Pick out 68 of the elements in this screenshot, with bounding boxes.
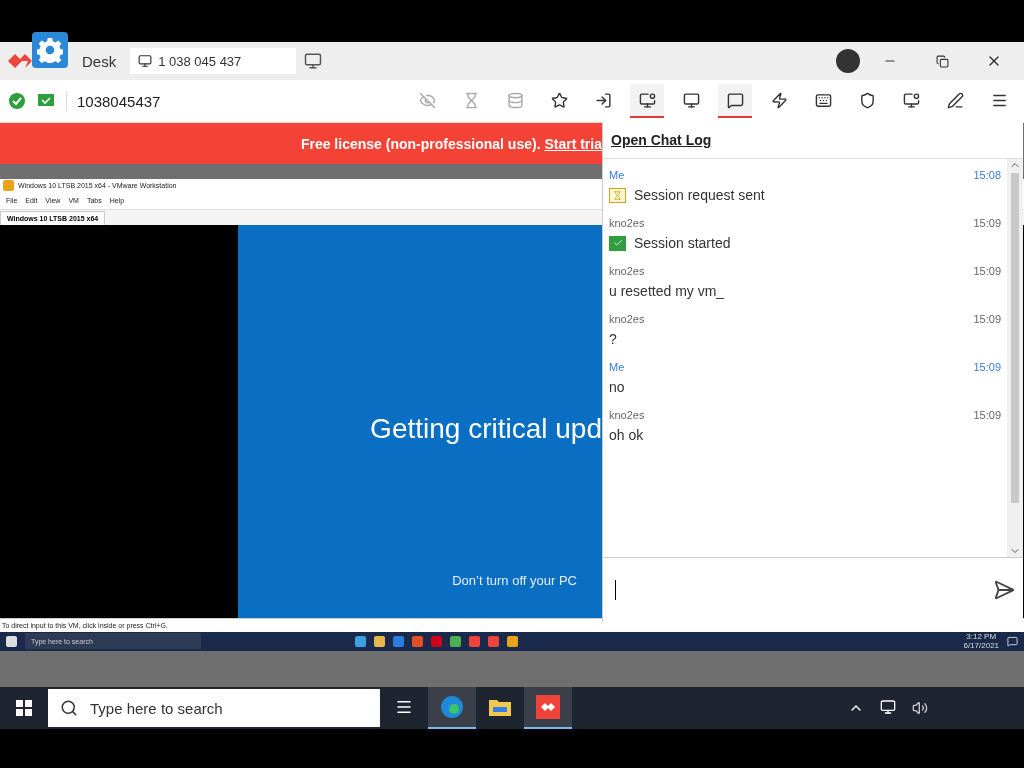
restore-icon[interactable] xyxy=(935,54,949,68)
database-icon xyxy=(506,91,524,109)
windows-icon[interactable] xyxy=(16,700,32,716)
monitor-icon xyxy=(138,54,153,68)
login-icon xyxy=(594,91,612,109)
edge-icon[interactable] xyxy=(440,695,464,719)
taskbar-app-icon[interactable] xyxy=(411,635,423,647)
taskbar-app-icon[interactable] xyxy=(373,635,385,647)
update-heading: Getting critical upd xyxy=(370,413,602,446)
volume-icon[interactable] xyxy=(912,700,928,716)
guest-time: 3:12 PM xyxy=(966,632,997,642)
message-time: 15:09 xyxy=(973,313,1001,325)
taskbar-app-icon[interactable] xyxy=(468,635,480,647)
network-icon[interactable] xyxy=(880,699,896,715)
settings-icon[interactable] xyxy=(32,32,68,68)
remote-id: 1038045437 xyxy=(77,92,161,110)
message-time: 15:09 xyxy=(973,409,1001,421)
pen-icon xyxy=(946,91,964,109)
chat-icon xyxy=(726,91,744,109)
send-icon[interactable] xyxy=(993,579,1015,601)
message-sender: kno2es xyxy=(609,217,645,229)
open-chat-log-link[interactable]: Open Chat Log xyxy=(611,132,712,148)
message-text: u resetted my vm_ xyxy=(609,283,725,299)
taskbar-app-icon[interactable] xyxy=(449,635,461,647)
avatar[interactable] xyxy=(836,49,860,73)
folder-icon[interactable] xyxy=(489,698,511,716)
new-session-icon[interactable] xyxy=(304,52,323,70)
windows-icon[interactable] xyxy=(6,635,17,647)
app-name: Desk xyxy=(82,52,117,70)
check-icon xyxy=(8,92,26,110)
message-sender: kno2es xyxy=(609,265,645,277)
update-subtitle: Don’t turn off your PC xyxy=(452,573,577,589)
star-icon xyxy=(550,91,568,109)
monitor-button[interactable] xyxy=(630,84,664,118)
message-time: 15:09 xyxy=(973,361,1001,373)
taskbar-app-icon[interactable] xyxy=(487,635,499,647)
message-sender: Me xyxy=(609,169,625,181)
license-text: Free license (non-professional use). Start tria xyxy=(300,135,602,152)
chat-button[interactable] xyxy=(718,84,752,118)
message-time: 15:09 xyxy=(973,265,1001,277)
message-text: oh ok xyxy=(609,427,644,443)
message-text: Session started xyxy=(634,235,731,251)
hourglass-glyph-icon xyxy=(613,190,622,200)
anydesk-icon[interactable] xyxy=(536,695,560,719)
monitor-icon xyxy=(682,91,700,109)
notification-icon[interactable] xyxy=(1007,635,1019,647)
guest-date: 6/17/2021 xyxy=(963,641,1000,651)
lightning-icon xyxy=(770,91,788,109)
message-time: 15:09 xyxy=(973,217,1001,229)
logo-icon xyxy=(8,52,34,70)
message-text: no xyxy=(609,379,625,395)
task-view-icon[interactable] xyxy=(395,698,413,716)
address-tab[interactable]: 1 038 045 437 xyxy=(130,48,297,74)
message-sender: Me xyxy=(609,361,625,373)
message-text: ? xyxy=(609,331,617,347)
shield-icon xyxy=(858,91,876,109)
message-text: Session request sent xyxy=(634,187,765,203)
taskbar-app-icon[interactable] xyxy=(354,635,366,647)
message-sender: kno2es xyxy=(609,313,645,325)
taskbar-search-field[interactable]: Type here to search xyxy=(48,689,380,727)
search-icon xyxy=(60,699,78,717)
message-sender: kno2es xyxy=(609,409,645,421)
monitor-icon xyxy=(638,91,656,109)
eye-off-icon xyxy=(418,91,436,109)
taskbar-app-icon[interactable] xyxy=(506,635,518,647)
message-time: 15:08 xyxy=(973,169,1001,181)
taskbar-app-icon[interactable] xyxy=(392,635,404,647)
keyboard-icon xyxy=(814,91,832,109)
